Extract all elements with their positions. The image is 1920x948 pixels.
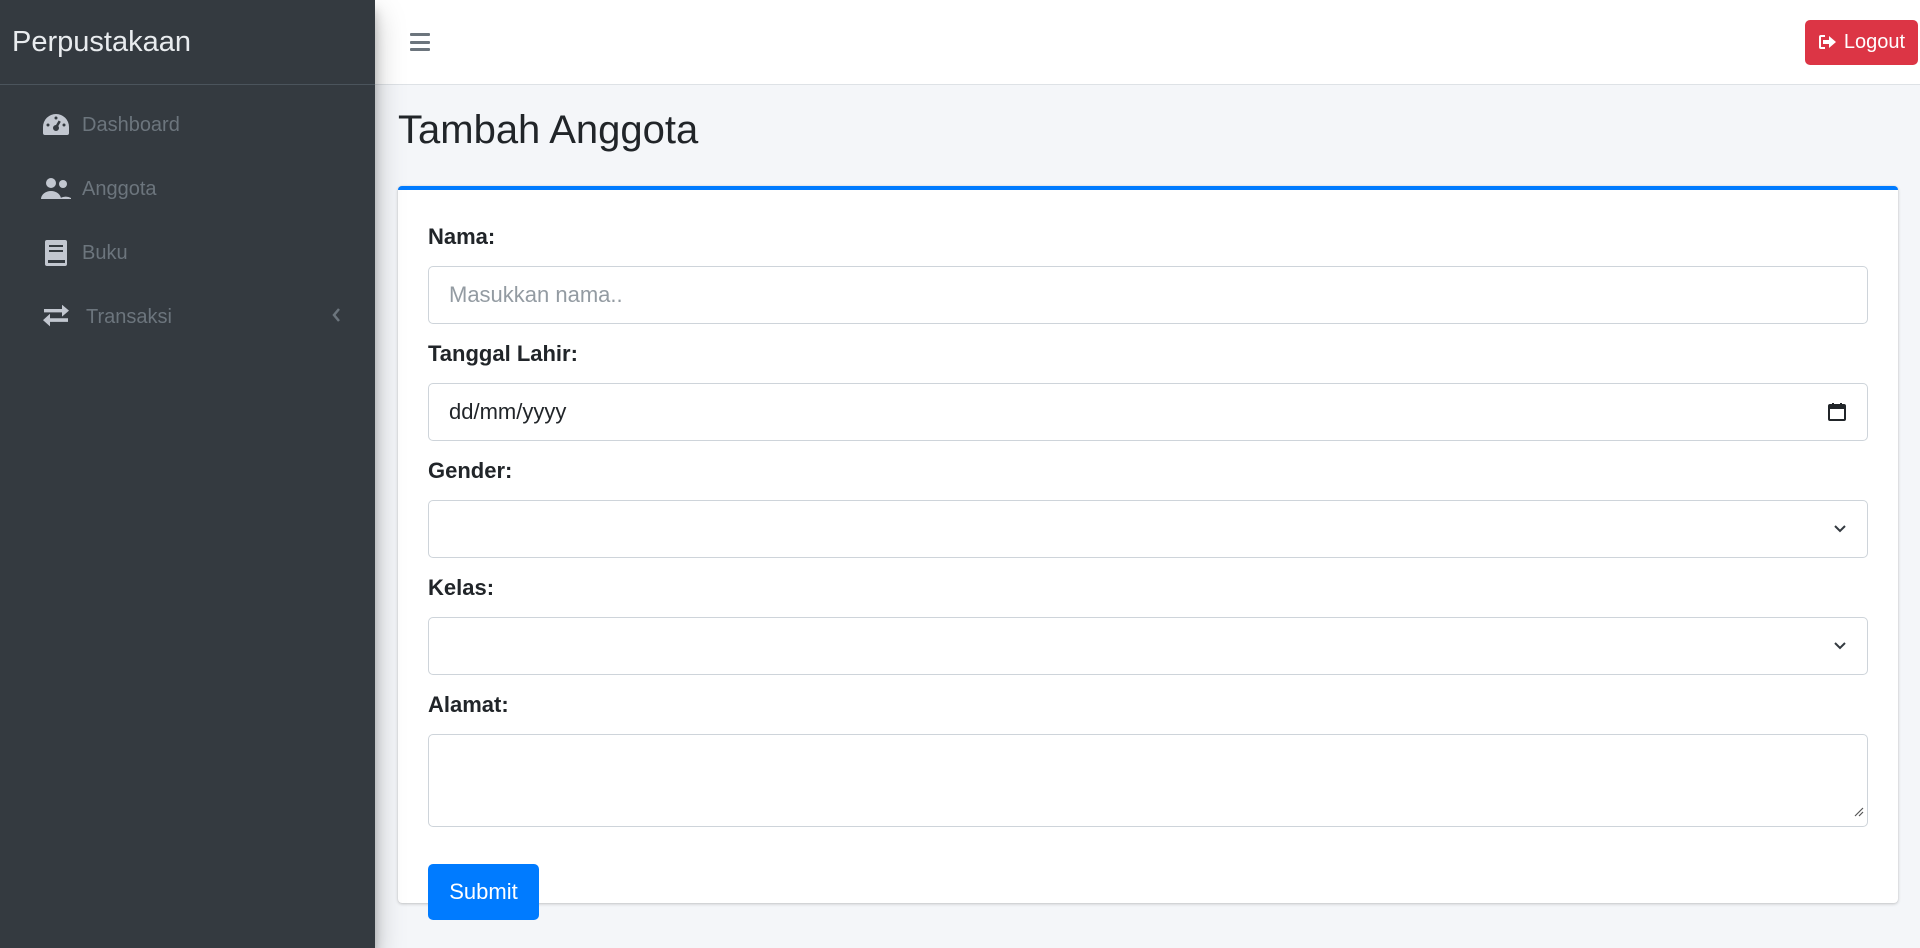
tachometer-icon (40, 110, 72, 140)
calendar-icon[interactable] (1827, 402, 1847, 422)
sidebar-item-label: Anggota (82, 177, 157, 200)
gender-select[interactable] (428, 500, 1868, 558)
sidebar-item-label: Dashboard (82, 113, 180, 136)
date-format-text: dd/mm/yyyy (449, 399, 567, 424)
nama-label: Nama: (428, 224, 496, 249)
sidebar-item-label: Transaksi (86, 305, 172, 328)
top-navbar: Logout (375, 0, 1920, 85)
book-icon (40, 238, 72, 268)
sign-out-icon (1818, 35, 1836, 49)
form-card: Nama: Masukkan nama.. Tanggal Lahir: dd/… (398, 186, 1898, 920)
logout-label: Logout (1843, 30, 1906, 53)
sidebar-item-transaksi[interactable]: Transaksi (0, 285, 375, 349)
brand-text: Perpustakaan (12, 25, 191, 58)
logout-button[interactable]: Logout (1805, 19, 1918, 65)
content-wrapper: Tambah Anggota Nama: Masukkan nama.. Tan… (375, 85, 1920, 920)
nama-input[interactable]: Masukkan nama.. (428, 266, 1868, 324)
kelas-label: Kelas: (428, 575, 495, 600)
menu-toggle-icon[interactable] (410, 33, 430, 51)
sidebar-item-buku[interactable]: Buku (0, 221, 375, 285)
tanggal-lahir-label: Tanggal Lahir: (428, 341, 578, 366)
app-root: Perpustakaan Dashboard Anggota Buku Tran… (0, 0, 1920, 948)
resize-grip-icon[interactable] (1852, 797, 1864, 823)
chevron-left-icon (331, 306, 341, 329)
chevron-down-icon (1833, 524, 1847, 534)
nama-placeholder: Masukkan nama.. (449, 282, 623, 307)
sidebar-item-label: Buku (82, 241, 128, 264)
chevron-down-icon (1833, 641, 1847, 651)
brand-link[interactable]: Perpustakaan (0, 0, 375, 85)
alamat-textarea[interactable] (428, 734, 1868, 827)
main-area: Logout Tambah Anggota Nama: Masukkan nam… (375, 0, 1920, 948)
exchange-icon (40, 302, 72, 332)
sidebar: Perpustakaan Dashboard Anggota Buku Tran… (0, 0, 375, 948)
alamat-label: Alamat: (428, 692, 509, 717)
sidebar-item-dashboard[interactable]: Dashboard (0, 93, 375, 157)
gender-label: Gender: (428, 458, 513, 483)
submit-button[interactable]: Submit (428, 864, 539, 920)
sidebar-nav: Dashboard Anggota Buku Transaksi (0, 85, 375, 349)
sidebar-item-anggota[interactable]: Anggota (0, 157, 375, 221)
kelas-select[interactable] (428, 617, 1868, 675)
users-icon (40, 174, 72, 204)
tanggal-lahir-input[interactable]: dd/mm/yyyy (428, 383, 1868, 441)
page-title: Tambah Anggota (398, 108, 699, 152)
